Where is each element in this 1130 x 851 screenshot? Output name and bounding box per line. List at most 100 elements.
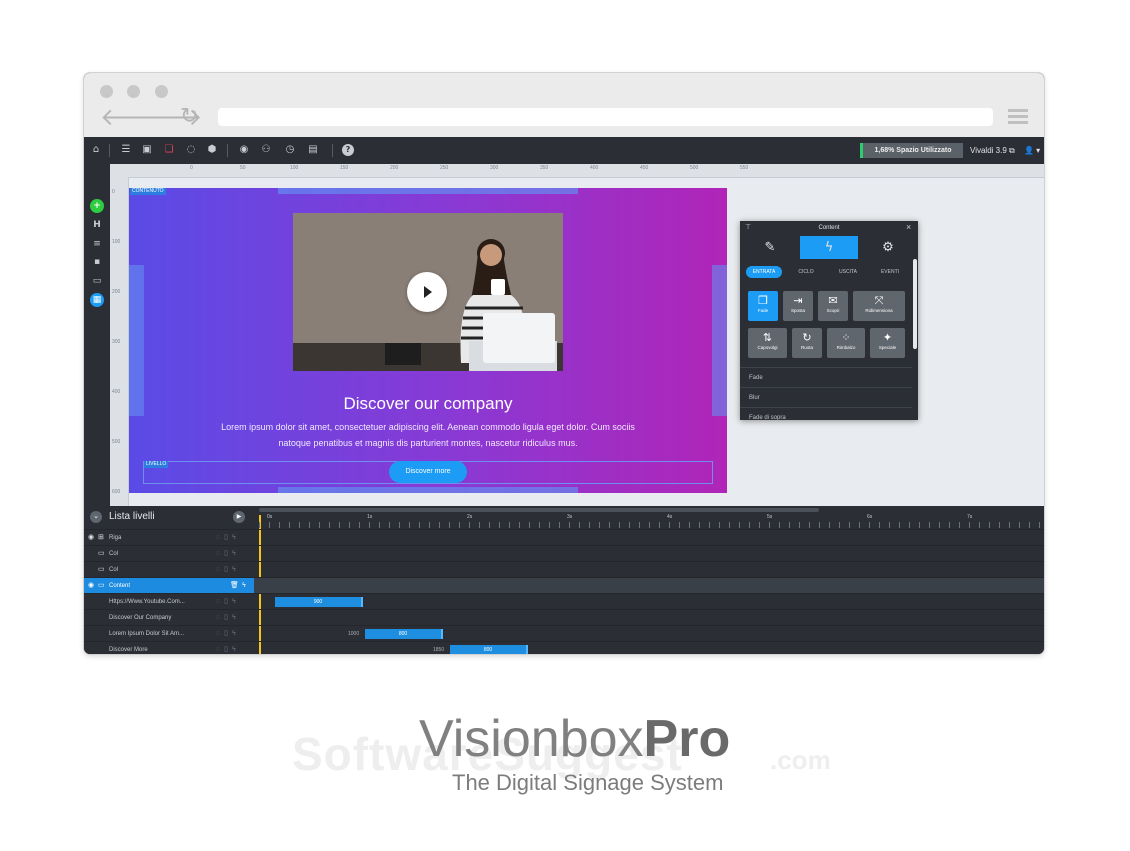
selection-handle[interactable] — [278, 188, 578, 194]
eye-icon[interactable]: ◉ — [238, 144, 250, 156]
tick-label: 2s — [467, 514, 473, 520]
window-dot[interactable] — [100, 85, 113, 98]
effect-list-item[interactable]: Fade — [740, 367, 912, 387]
timeline-row[interactable]: ◉ ⊞ Riga ◌▯ϟ — [84, 529, 1044, 546]
home-icon[interactable]: ⌂ — [90, 144, 102, 156]
list-icon[interactable]: ☰ — [120, 144, 132, 156]
timeline-row[interactable]: Lorem Ipsum Dolor Sit Am... ◌▯ϟ 1000 800 — [84, 625, 1044, 642]
text-icon[interactable]: ≡ — [90, 237, 104, 251]
start-time-label: 1850 — [433, 647, 445, 653]
tab-animation[interactable]: ϟ — [800, 236, 858, 259]
tab-settings[interactable]: ⚙ — [859, 236, 917, 259]
visibility-icon[interactable]: ◉ — [88, 578, 94, 594]
tab-edit[interactable]: ✎ — [741, 236, 799, 259]
play-button[interactable] — [407, 272, 447, 312]
layers-icon[interactable]: ❏ — [163, 144, 175, 156]
timeline-row[interactable]: ◉ ▭ Content 🗑 ϟ — [84, 577, 1044, 594]
row-actions-icons[interactable]: ◌▯ϟ — [216, 530, 240, 546]
user-group-icon[interactable]: ⚇ — [260, 144, 272, 156]
box-icon[interactable]: ⬢ — [206, 144, 218, 156]
row-actions-icons[interactable]: ◌▯ϟ — [216, 642, 240, 654]
timeline-ruler: 0s 1s 2s 3s 4s 5s 6s 7s — [259, 514, 1044, 528]
effect-ridimensiona-button[interactable]: ⤧ Ridimensiona — [853, 291, 905, 321]
slide-canvas[interactable]: CONTENUTO Discover our company Lorem ips… — [129, 188, 727, 493]
left-toolbar: + H ≡ ▪ ▭ ▦ — [84, 164, 110, 506]
divider — [332, 144, 333, 157]
collapse-icon[interactable]: ⌄ — [90, 511, 102, 523]
effect-sposta-button[interactable]: ⇥ Sposta — [783, 291, 813, 321]
window-dot[interactable] — [155, 85, 168, 98]
row-actions-icons[interactable]: ◌▯ϟ — [216, 626, 240, 642]
special-icon: ✦ — [882, 331, 893, 344]
row-actions-icons[interactable]: ◌▯ϟ — [216, 562, 240, 578]
animation-icon[interactable]: ϟ — [242, 578, 246, 594]
reload-icon[interactable]: ↻ — [180, 105, 198, 129]
effect-label: Speciale — [878, 345, 897, 350]
timeline-scrollbar[interactable] — [259, 508, 819, 512]
app-toolbar: ⌂ ☰ ▣ ❏ ◌ ⬢ ◉ ⚇ ◷ ▤ ? 1,68% Spazio Utili… — [84, 137, 1044, 164]
row-type-icon: ▭ — [98, 566, 105, 573]
browser-window: 🡐 🡒 ↻ ⌂ ☰ ▣ ❏ ◌ ⬢ ◉ ⚇ ◷ ▤ ? 1,68% Spazio… — [84, 73, 1044, 654]
palette-icon[interactable]: ◌ — [185, 144, 197, 156]
timeline-bar[interactable]: 800 — [365, 629, 443, 639]
timeline-row[interactable]: Discover More ◌▯ϟ 1850 800 — [84, 641, 1044, 654]
subtab-uscita[interactable]: USCITA — [830, 266, 866, 278]
clock-icon[interactable]: ◷ — [284, 144, 296, 156]
trash-icon[interactable]: 🗑 — [230, 578, 239, 594]
timeline-bar[interactable]: 800 — [450, 645, 528, 654]
ruler-label: 0 — [112, 189, 115, 195]
ruler-label: 350 — [540, 165, 549, 171]
row-label: Https://Www.Youtube.Com... — [109, 599, 185, 605]
play-timeline-button[interactable]: ▶ — [233, 511, 245, 523]
timeline-row[interactable]: ▭ Col ◌▯ϟ — [84, 545, 1044, 562]
discover-more-button[interactable]: Discover more — [389, 461, 467, 483]
button-icon[interactable]: ▭ — [90, 274, 104, 288]
effect-rimbalzo-button[interactable]: ⁘ Rimbalzo — [827, 328, 865, 358]
image-icon[interactable]: ▣ — [141, 144, 153, 156]
row-actions-icons[interactable]: ◌▯ϟ — [216, 546, 240, 562]
panel-scrollbar[interactable] — [913, 259, 917, 349]
video-element[interactable] — [293, 213, 563, 371]
image-icon[interactable]: ▪ — [90, 255, 104, 269]
row-label: Discover Our Company — [109, 615, 172, 621]
effect-list-item[interactable]: Blur — [740, 387, 912, 407]
layout-icon[interactable]: ▦ — [90, 293, 104, 307]
subtab-eventi[interactable]: EVENTI — [872, 266, 908, 278]
effect-capovolgi-button[interactable]: ⇅ Capovolgi — [748, 328, 787, 358]
subtab-entrata[interactable]: ENTRATA — [746, 266, 782, 278]
selection-handle[interactable] — [278, 487, 578, 493]
close-icon[interactable]: × — [906, 222, 911, 232]
effect-fade-button[interactable]: ❐ Fade — [748, 291, 778, 321]
heading-icon[interactable]: H — [90, 218, 104, 232]
effect-ruota-button[interactable]: ↻ Ruota — [792, 328, 822, 358]
timeline-row[interactable]: ▭ Col ◌▯ϟ — [84, 561, 1044, 578]
storage-usage-badge: 1,68% Spazio Utilizzato — [860, 143, 963, 158]
row-actions-icons[interactable]: ◌▯ϟ — [216, 610, 240, 626]
menu-icon[interactable] — [1008, 109, 1028, 127]
resize-icon: ⤧ — [874, 294, 884, 307]
help-icon[interactable]: ? — [342, 144, 354, 156]
visibility-icon[interactable]: ◉ — [88, 530, 94, 546]
rotate-icon: ↻ — [802, 331, 812, 344]
horizontal-ruler: 0 50 100 150 200 250 300 350 400 450 500… — [110, 164, 1044, 178]
ruler-label: 450 — [640, 165, 649, 171]
subtab-ciclo[interactable]: CICLO — [788, 266, 824, 278]
user-menu[interactable]: 👤 ▾ — [1024, 143, 1040, 158]
timeline-bar[interactable]: 900 — [275, 597, 363, 607]
effect-scopri-button[interactable]: ✉ Scopri — [818, 291, 848, 321]
timeline-row[interactable]: Https://Www.Youtube.Com... ◌▯ϟ 900 — [84, 593, 1044, 610]
effect-speciale-button[interactable]: ✦ Speciale — [870, 328, 905, 358]
row-label: Col — [109, 551, 119, 557]
template-icon[interactable]: ▤ — [307, 144, 319, 156]
window-dot[interactable] — [127, 85, 140, 98]
play-icon — [424, 286, 432, 298]
effect-list-item[interactable]: Fade di sopra — [740, 407, 912, 420]
timeline-row[interactable]: Discover Our Company ◌▯ϟ — [84, 609, 1044, 626]
slide-body-line[interactable]: Lorem ipsum dolor sit amet, consectetuer… — [129, 422, 727, 432]
add-icon[interactable]: + — [90, 199, 104, 213]
address-bar[interactable] — [218, 108, 993, 126]
slide-body-line[interactable]: natoque penatibus et magnis dis parturie… — [129, 438, 727, 448]
row-actions-icons[interactable]: ◌▯ϟ — [216, 594, 240, 610]
slide-title[interactable]: Discover our company — [129, 394, 727, 414]
version-link[interactable]: Vivaldi 3.9 ⧉ — [970, 143, 1015, 158]
